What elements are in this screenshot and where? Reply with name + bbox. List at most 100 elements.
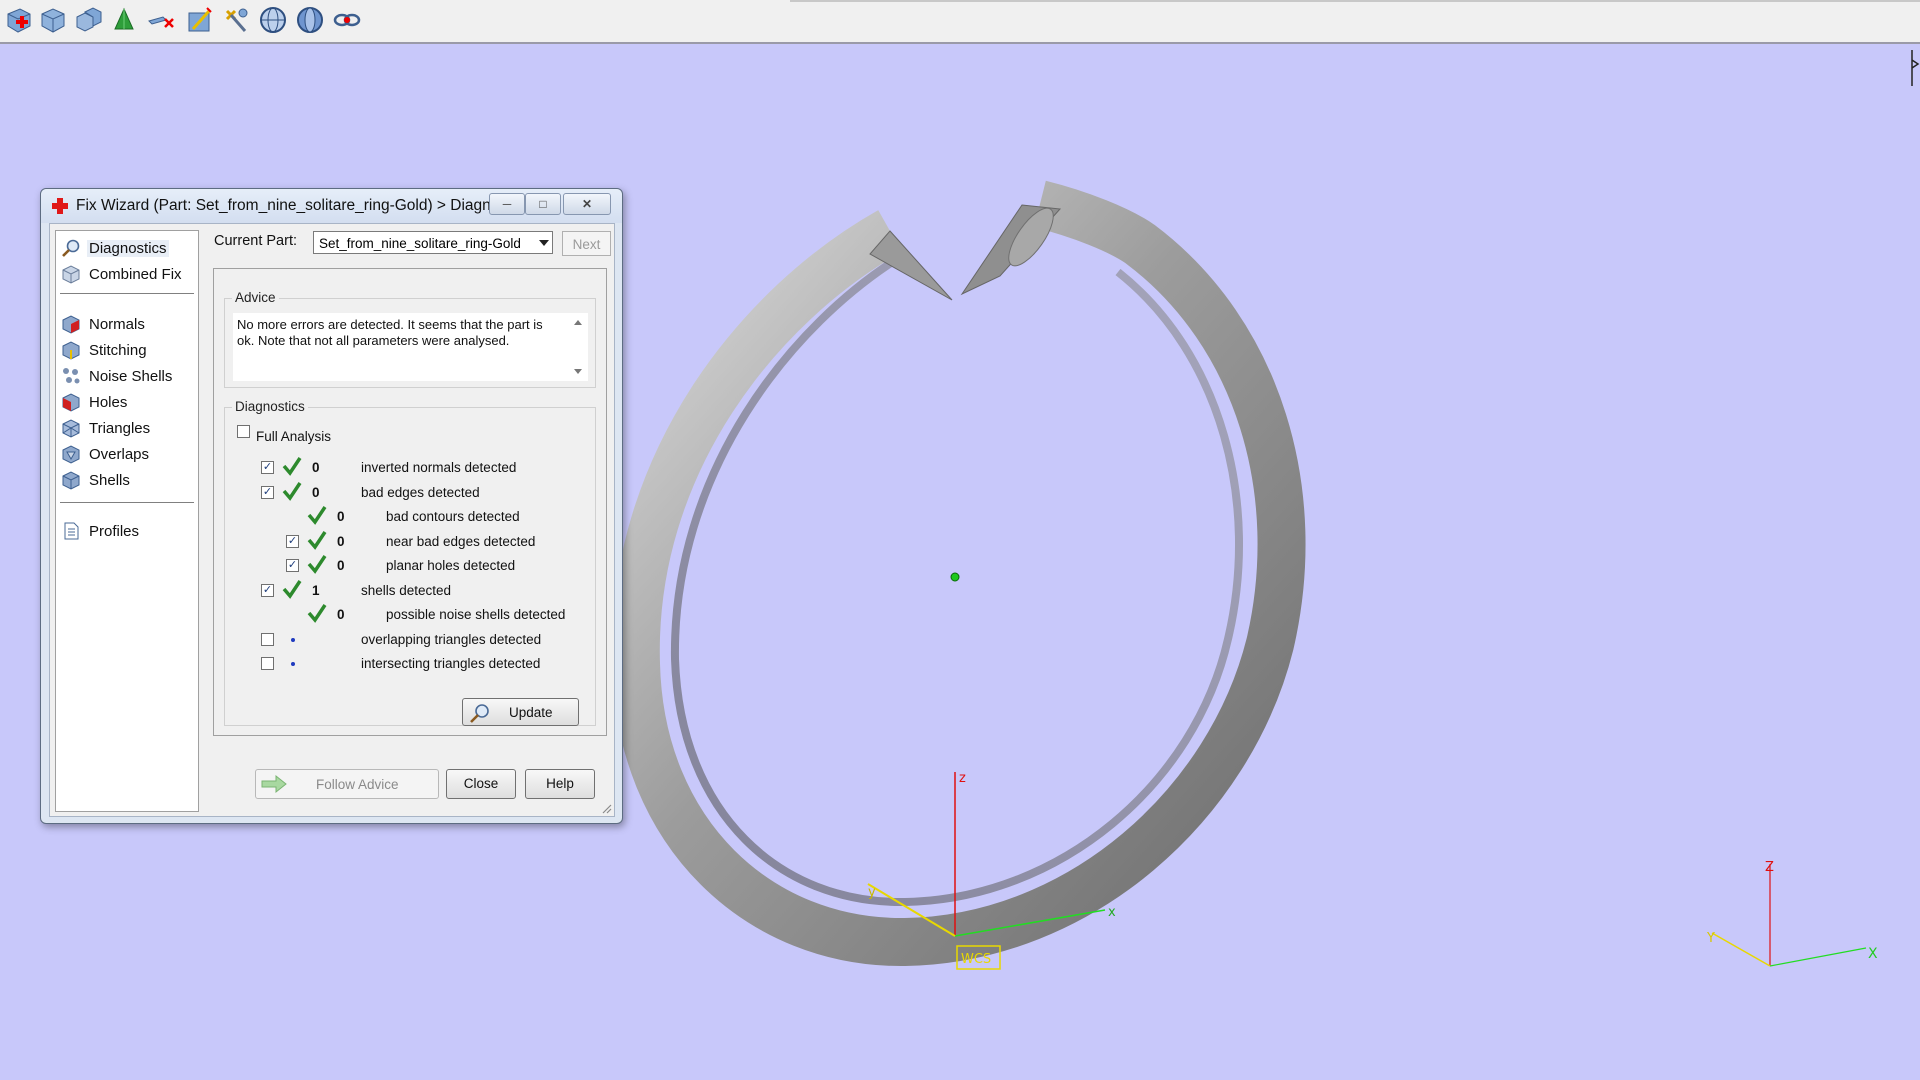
current-part-value: Set_from_nine_solitare_ring-Gold — [319, 236, 521, 251]
row-count: 0 — [312, 485, 320, 500]
viewport-edge-marker — [1910, 48, 1920, 88]
magnifier-icon — [62, 239, 80, 257]
nav-item-triangles[interactable]: Triangles — [61, 417, 152, 439]
maximize-button[interactable]: □ — [525, 193, 561, 215]
nav-separator — [60, 293, 194, 294]
row-checkbox[interactable]: ✓ — [261, 461, 274, 474]
parts-stack-icon[interactable] — [74, 5, 104, 35]
fix-wizard-dialog: Fix Wizard (Part: Set_from_nine_solitare… — [40, 188, 623, 824]
box-icon — [62, 265, 80, 284]
diagnostics-page: Advice No more errors are detected. It s… — [213, 268, 607, 736]
nav-label: Normals — [89, 315, 145, 333]
normals-cube-icon — [62, 315, 80, 334]
wizard-nav-panel: Diagnostics Combined Fix Normals Stitchi… — [55, 230, 199, 812]
row-checkbox[interactable] — [261, 633, 274, 646]
pending-dot-icon — [291, 638, 295, 642]
nav-item-profiles[interactable]: Profiles — [61, 520, 141, 542]
shells-cube-icon — [62, 471, 80, 490]
nav-item-overlaps[interactable]: Overlaps — [61, 443, 151, 465]
full-analysis-label: Full Analysis — [256, 429, 332, 444]
wcs-x-label: x — [1108, 905, 1116, 920]
row-text: possible noise shells detected — [386, 607, 566, 622]
toolbar-tab-strip — [790, 0, 1920, 2]
wand-edit-icon[interactable] — [185, 5, 215, 35]
green-check-icon — [282, 482, 302, 501]
green-check-icon — [307, 531, 327, 550]
advice-group: Advice No more errors are detected. It s… — [224, 290, 596, 388]
diagnostics-group: Diagnostics Full Analysis ✓ 0 inverted n… — [224, 399, 596, 726]
nav-label: Stitching — [89, 341, 147, 359]
part-box-icon[interactable] — [38, 5, 68, 35]
nav-label: Diagnostics — [87, 239, 169, 257]
nav-item-normals[interactable]: Normals — [61, 313, 147, 335]
wcs-z-label: z — [959, 771, 966, 786]
follow-advice-button[interactable]: Follow Advice — [255, 769, 439, 799]
row-checkbox[interactable]: ✓ — [261, 584, 274, 597]
nav-label: Triangles — [89, 419, 151, 437]
row-count: 0 — [337, 534, 345, 549]
triad-y-label: Y — [1706, 931, 1715, 946]
advice-title: Advice — [232, 290, 279, 305]
nav-label: Shells — [89, 471, 130, 489]
wcs-y-label: y — [868, 885, 876, 900]
green-check-icon — [307, 604, 327, 623]
nav-label: Noise Shells — [89, 367, 173, 385]
next-button[interactable]: Next — [562, 231, 611, 256]
diagnostics-title: Diagnostics — [232, 399, 308, 414]
nav-item-shells[interactable]: Shells — [61, 469, 132, 491]
row-checkbox[interactable]: ✓ — [286, 535, 299, 548]
dialog-client: Diagnostics Combined Fix Normals Stitchi… — [49, 223, 615, 817]
resize-grip-icon[interactable] — [600, 802, 612, 814]
green-check-icon — [282, 580, 302, 599]
nav-label: Holes — [89, 393, 128, 411]
row-text: overlapping triangles detected — [361, 632, 542, 647]
close-icon: ✕ — [581, 197, 593, 211]
help-button[interactable]: Help — [525, 769, 595, 799]
row-count: 1 — [312, 583, 320, 598]
minimize-icon: ─ — [502, 197, 512, 211]
update-label: Update — [509, 705, 553, 720]
triad-x-label: X — [1868, 946, 1878, 962]
nav-item-combined-fix[interactable]: Combined Fix — [61, 263, 184, 285]
advice-scrollbar[interactable] — [570, 315, 586, 379]
maximize-icon: □ — [539, 197, 547, 211]
row-text: planar holes detected — [386, 558, 516, 573]
tools-icon[interactable] — [221, 5, 251, 35]
green-cone-icon[interactable] — [109, 5, 139, 35]
link-icon[interactable] — [332, 5, 362, 35]
row-text: bad edges detected — [361, 485, 480, 500]
nav-item-holes[interactable]: Holes — [61, 391, 129, 413]
follow-advice-label: Follow Advice — [316, 777, 399, 792]
row-text: shells detected — [361, 583, 452, 598]
row-checkbox[interactable]: ✓ — [286, 559, 299, 572]
chevron-down-icon — [539, 240, 549, 246]
noise-shells-icon — [63, 368, 80, 384]
close-button[interactable]: Close — [446, 769, 516, 799]
ring-model[interactable] — [611, 180, 1306, 967]
remove-icon[interactable] — [146, 5, 176, 35]
nav-item-stitching[interactable]: Stitching — [61, 339, 149, 361]
row-checkbox[interactable] — [261, 657, 274, 670]
row-count: 0 — [312, 460, 320, 475]
nav-item-noise-shells[interactable]: Noise Shells — [61, 365, 174, 387]
sphere-shade-icon[interactable] — [295, 5, 325, 35]
red-cross-icon — [52, 198, 68, 214]
full-analysis-checkbox[interactable] — [237, 425, 250, 438]
minimize-button[interactable]: ─ — [489, 193, 525, 215]
dialog-titlebar[interactable]: Fix Wizard (Part: Set_from_nine_solitare… — [41, 189, 622, 223]
current-part-label: Current Part: — [214, 233, 297, 249]
stitching-cube-icon — [62, 341, 80, 360]
row-text: bad contours detected — [386, 509, 520, 524]
add-part-icon[interactable] — [3, 5, 33, 35]
dialog-title: Fix Wizard (Part: Set_from_nine_solitare… — [76, 197, 521, 214]
main-toolbar — [0, 0, 1920, 44]
update-button[interactable]: Update — [462, 698, 579, 726]
pivot-point — [950, 572, 960, 582]
close-window-button[interactable]: ✕ — [563, 193, 611, 215]
nav-separator — [60, 502, 194, 503]
current-part-select[interactable]: Set_from_nine_solitare_ring-Gold — [313, 231, 553, 254]
row-checkbox[interactable]: ✓ — [261, 486, 274, 499]
green-check-icon — [282, 457, 302, 476]
sphere-grid-icon[interactable] — [258, 5, 288, 35]
nav-item-diagnostics[interactable]: Diagnostics — [61, 237, 169, 259]
